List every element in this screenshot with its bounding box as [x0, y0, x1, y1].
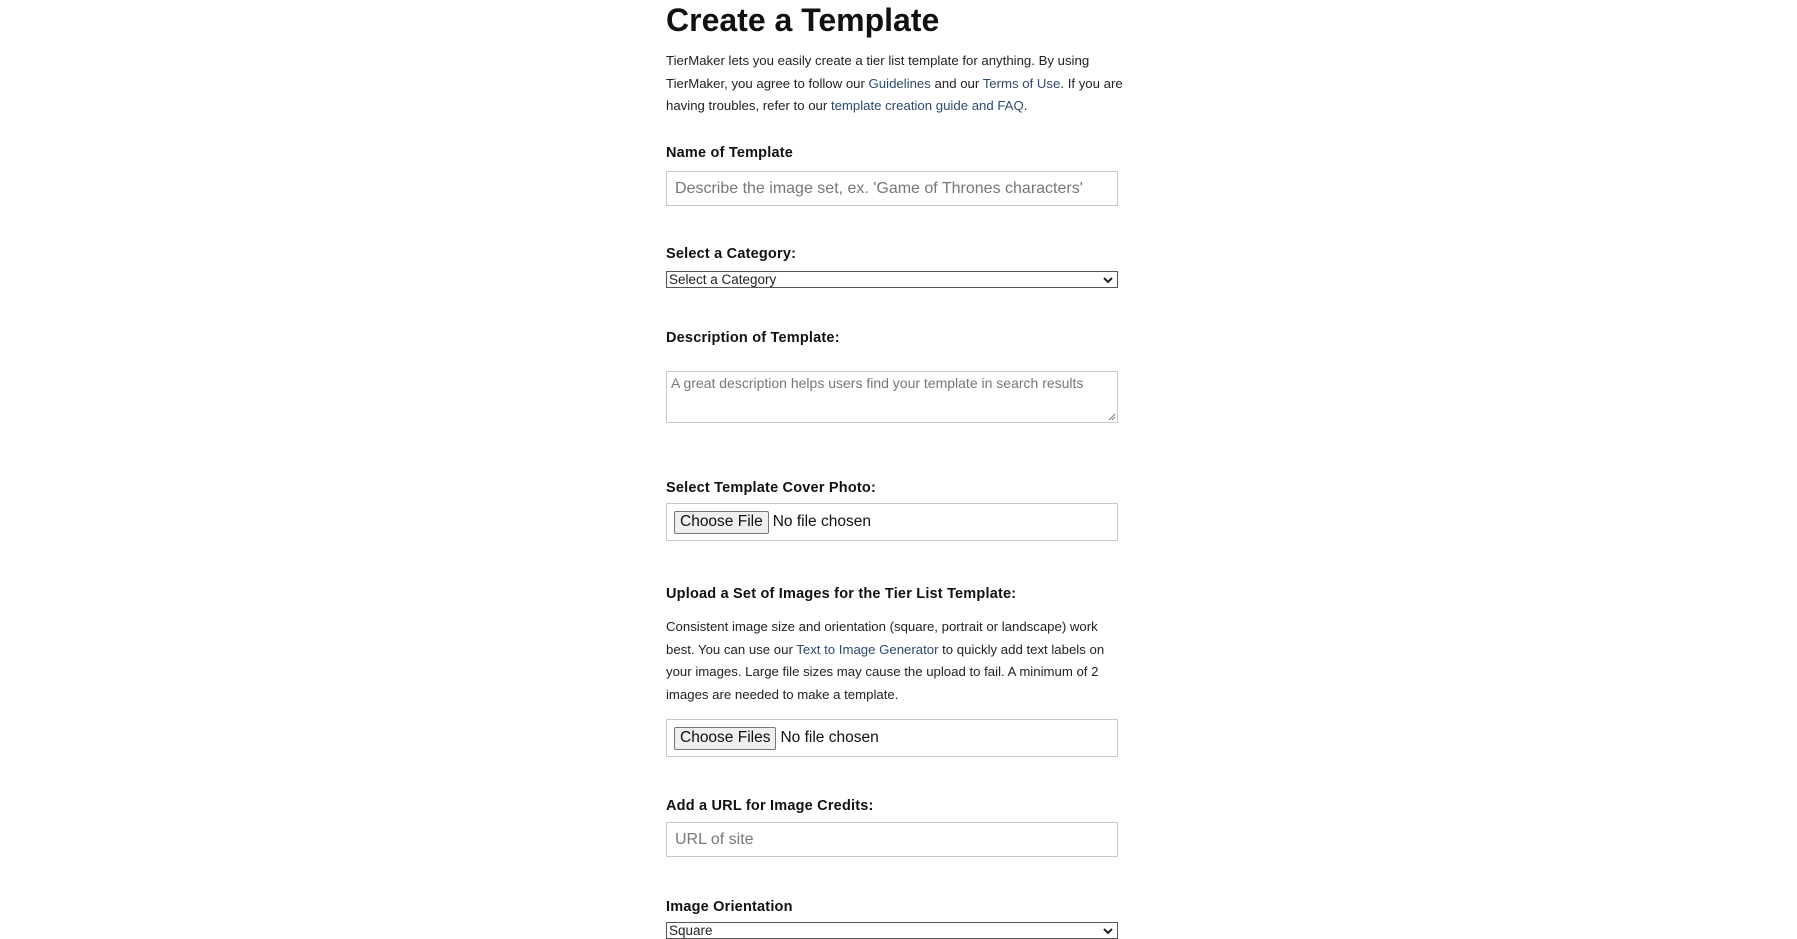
- category-label: Select a Category:: [666, 246, 797, 262]
- cover-photo-status: No file chosen: [772, 513, 871, 530]
- resize-grip-icon[interactable]: [1108, 413, 1116, 421]
- description-placeholder: A great description helps users find you…: [671, 375, 1084, 391]
- orientation-selected-value: Square: [669, 923, 713, 938]
- cover-photo-file-input[interactable]: Choose File No file chosen: [666, 503, 1118, 541]
- guidelines-link[interactable]: Guidelines: [869, 76, 931, 91]
- name-label: Name of Template: [666, 145, 794, 161]
- intro-text: and our: [930, 75, 983, 91]
- intro-paragraph: TierMaker lets you easily create a tier …: [666, 50, 1126, 118]
- terms-of-use-link[interactable]: Terms of Use: [983, 76, 1061, 91]
- intro-text: .: [1023, 98, 1028, 114]
- template-name-input[interactable]: [666, 171, 1118, 206]
- credits-url-input[interactable]: [666, 822, 1118, 857]
- chevron-down-icon: [1103, 276, 1113, 283]
- images-help-text: Consistent image size and orientation (s…: [666, 616, 1126, 706]
- chevron-down-icon: [1103, 927, 1113, 934]
- cover-photo-label: Select Template Cover Photo:: [666, 480, 876, 496]
- choose-file-button[interactable]: Choose File: [674, 510, 769, 534]
- page-title: Create a Template: [666, 2, 940, 38]
- category-select[interactable]: Select a Category: [666, 271, 1118, 288]
- credits-url-label: Add a URL for Image Credits:: [666, 798, 874, 814]
- description-textarea[interactable]: A great description helps users find you…: [666, 371, 1118, 423]
- creation-guide-link[interactable]: template creation guide and FAQ: [831, 98, 1024, 113]
- create-template-form: Create a Template TierMaker lets you eas…: [666, 0, 1123, 939]
- description-label: Description of Template:: [666, 330, 840, 346]
- orientation-label: Image Orientation: [666, 899, 793, 915]
- images-status: No file chosen: [780, 729, 879, 746]
- images-upload-label: Upload a Set of Images for the Tier List…: [666, 586, 1017, 602]
- choose-files-button[interactable]: Choose Files: [674, 726, 777, 750]
- category-selected-value: Select a Category: [669, 272, 777, 287]
- orientation-select[interactable]: Square: [666, 922, 1118, 939]
- text-to-image-generator-link[interactable]: Text to Image Generator: [796, 642, 938, 657]
- images-file-input[interactable]: Choose Files No file chosen: [666, 719, 1118, 757]
